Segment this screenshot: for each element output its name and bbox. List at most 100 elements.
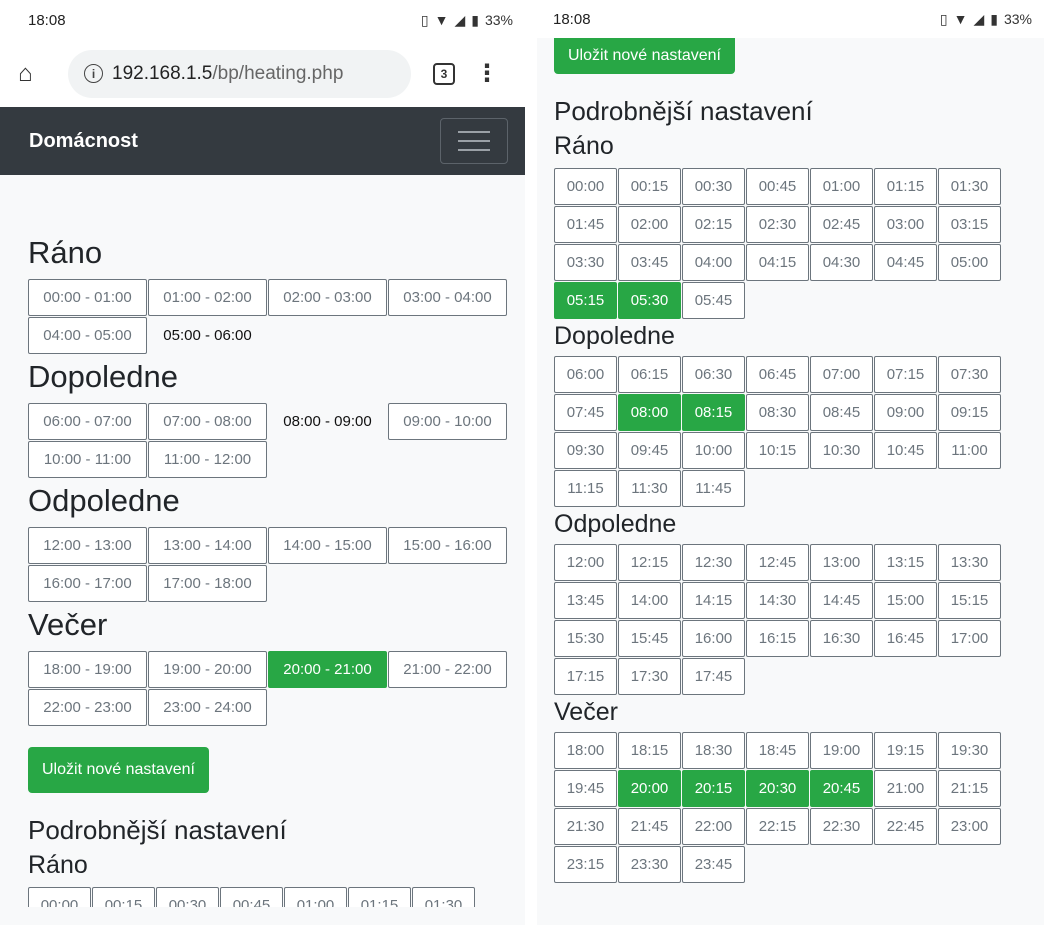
quarter-slot-button[interactable]: 09:00 bbox=[874, 394, 937, 431]
hour-slot-button[interactable]: 23:00 - 24:00 bbox=[148, 689, 267, 726]
quarter-slot-button[interactable]: 15:00 bbox=[874, 582, 937, 619]
quarter-slot-button[interactable]: 16:45 bbox=[874, 620, 937, 657]
quarter-slot-button[interactable]: 23:15 bbox=[554, 846, 617, 883]
hour-slot-button[interactable]: 14:00 - 15:00 bbox=[268, 527, 387, 564]
quarter-slot-button[interactable]: 00:30 bbox=[682, 168, 745, 205]
quarter-slot-button[interactable]: 10:30 bbox=[810, 432, 873, 469]
quarter-slot-button[interactable]: 07:45 bbox=[554, 394, 617, 431]
quarter-slot-button[interactable]: 06:30 bbox=[682, 356, 745, 393]
quarter-slot-button[interactable]: 16:15 bbox=[746, 620, 809, 657]
quarter-slot-button[interactable]: 08:45 bbox=[810, 394, 873, 431]
hour-slot-button[interactable]: 18:00 - 19:00 bbox=[28, 651, 147, 688]
quarter-slot-button[interactable]: 18:30 bbox=[682, 732, 745, 769]
quarter-slot-button[interactable]: 07:15 bbox=[874, 356, 937, 393]
quarter-slot-button[interactable]: 02:30 bbox=[746, 206, 809, 243]
quarter-slot-button[interactable]: 19:00 bbox=[810, 732, 873, 769]
quarter-slot-button[interactable]: 15:15 bbox=[938, 582, 1001, 619]
quarter-slot-button[interactable]: 03:00 bbox=[874, 206, 937, 243]
quarter-slot-button[interactable]: 22:00 bbox=[682, 808, 745, 845]
quarter-slot-button[interactable]: 22:30 bbox=[810, 808, 873, 845]
quarter-slot-button[interactable]: 03:45 bbox=[618, 244, 681, 281]
quarter-slot-button[interactable]: 10:15 bbox=[746, 432, 809, 469]
quarter-slot-button[interactable]: 14:15 bbox=[682, 582, 745, 619]
quarter-slot-button[interactable]: 05:45 bbox=[682, 282, 745, 319]
quarter-slot-button[interactable]: 16:00 bbox=[682, 620, 745, 657]
quarter-slot-button[interactable]: 00:45 bbox=[746, 168, 809, 205]
quarter-slot-button[interactable]: 17:00 bbox=[938, 620, 1001, 657]
save-settings-button[interactable]: Uložit nové nastavení bbox=[554, 38, 735, 74]
quarter-slot-button[interactable]: 13:00 bbox=[810, 544, 873, 581]
quarter-slot-button[interactable]: 00:00 bbox=[554, 168, 617, 205]
hour-slot-button[interactable]: 09:00 - 10:00 bbox=[388, 403, 507, 440]
quarter-slot-button[interactable]: 05:15 bbox=[554, 282, 617, 319]
hour-slot-button[interactable]: 20:00 - 21:00 bbox=[268, 651, 387, 688]
quarter-slot-button[interactable]: 21:15 bbox=[938, 770, 1001, 807]
quarter-slot-button[interactable]: 21:30 bbox=[554, 808, 617, 845]
address-bar[interactable]: i 192.168.1.5/bp/heating.php bbox=[68, 49, 411, 98]
info-icon[interactable]: i bbox=[84, 64, 103, 83]
hour-slot-button[interactable]: 22:00 - 23:00 bbox=[28, 689, 147, 726]
navbar-brand[interactable]: Domácnost bbox=[29, 130, 138, 153]
hour-slot-button[interactable]: 01:00 - 02:00 bbox=[148, 279, 267, 316]
quarter-slot-button[interactable]: 19:30 bbox=[938, 732, 1001, 769]
hour-slot-button[interactable]: 10:00 - 11:00 bbox=[28, 441, 147, 478]
hour-slot-button[interactable]: 13:00 - 14:00 bbox=[148, 527, 267, 564]
quarter-slot-button[interactable]: 03:15 bbox=[938, 206, 1001, 243]
hour-slot-button[interactable]: 17:00 - 18:00 bbox=[148, 565, 267, 602]
hour-slot-button[interactable]: 08:00 - 09:00 bbox=[268, 403, 387, 440]
quarter-slot-button[interactable]: 01:30 bbox=[412, 887, 475, 907]
tab-count-button[interactable]: 3 bbox=[433, 62, 455, 85]
quarter-slot-button[interactable]: 14:45 bbox=[810, 582, 873, 619]
quarter-slot-button[interactable]: 20:00 bbox=[618, 770, 681, 807]
quarter-slot-button[interactable]: 04:45 bbox=[874, 244, 937, 281]
quarter-slot-button[interactable]: 01:30 bbox=[938, 168, 1001, 205]
quarter-slot-button[interactable]: 17:45 bbox=[682, 658, 745, 695]
quarter-slot-button[interactable]: 20:45 bbox=[810, 770, 873, 807]
quarter-slot-button[interactable]: 06:45 bbox=[746, 356, 809, 393]
quarter-slot-button[interactable]: 18:00 bbox=[554, 732, 617, 769]
quarter-slot-button[interactable]: 05:30 bbox=[618, 282, 681, 319]
quarter-slot-button[interactable]: 00:00 bbox=[28, 887, 91, 907]
quarter-slot-button[interactable]: 11:00 bbox=[938, 432, 1001, 469]
hour-slot-button[interactable]: 19:00 - 20:00 bbox=[148, 651, 267, 688]
quarter-slot-button[interactable]: 01:00 bbox=[284, 887, 347, 907]
quarter-slot-button[interactable]: 10:00 bbox=[682, 432, 745, 469]
hour-slot-button[interactable]: 15:00 - 16:00 bbox=[388, 527, 507, 564]
quarter-slot-button[interactable]: 07:30 bbox=[938, 356, 1001, 393]
quarter-slot-button[interactable]: 04:00 bbox=[682, 244, 745, 281]
quarter-slot-button[interactable]: 19:15 bbox=[874, 732, 937, 769]
quarter-slot-button[interactable]: 07:00 bbox=[810, 356, 873, 393]
quarter-slot-button[interactable]: 00:45 bbox=[220, 887, 283, 907]
hour-slot-button[interactable]: 04:00 - 05:00 bbox=[28, 317, 147, 354]
quarter-slot-button[interactable]: 04:30 bbox=[810, 244, 873, 281]
hour-slot-button[interactable]: 21:00 - 22:00 bbox=[388, 651, 507, 688]
quarter-slot-button[interactable]: 08:15 bbox=[682, 394, 745, 431]
quarter-slot-button[interactable]: 22:45 bbox=[874, 808, 937, 845]
quarter-slot-button[interactable]: 12:00 bbox=[554, 544, 617, 581]
quarter-slot-button[interactable]: 20:30 bbox=[746, 770, 809, 807]
hour-slot-button[interactable]: 03:00 - 04:00 bbox=[388, 279, 507, 316]
quarter-slot-button[interactable]: 01:15 bbox=[874, 168, 937, 205]
hour-slot-button[interactable]: 12:00 - 13:00 bbox=[28, 527, 147, 564]
quarter-slot-button[interactable]: 19:45 bbox=[554, 770, 617, 807]
hour-slot-button[interactable]: 11:00 - 12:00 bbox=[148, 441, 267, 478]
quarter-slot-button[interactable]: 12:15 bbox=[618, 544, 681, 581]
hour-slot-button[interactable]: 02:00 - 03:00 bbox=[268, 279, 387, 316]
quarter-slot-button[interactable]: 01:45 bbox=[554, 206, 617, 243]
quarter-slot-button[interactable]: 10:45 bbox=[874, 432, 937, 469]
quarter-slot-button[interactable]: 00:30 bbox=[156, 887, 219, 907]
quarter-slot-button[interactable]: 02:00 bbox=[618, 206, 681, 243]
quarter-slot-button[interactable]: 20:15 bbox=[682, 770, 745, 807]
quarter-slot-button[interactable]: 02:45 bbox=[810, 206, 873, 243]
quarter-slot-button[interactable]: 01:15 bbox=[348, 887, 411, 907]
quarter-slot-button[interactable]: 21:45 bbox=[618, 808, 681, 845]
quarter-slot-button[interactable]: 01:00 bbox=[810, 168, 873, 205]
hour-slot-button[interactable]: 00:00 - 01:00 bbox=[28, 279, 147, 316]
quarter-slot-button[interactable]: 22:15 bbox=[746, 808, 809, 845]
quarter-slot-button[interactable]: 23:00 bbox=[938, 808, 1001, 845]
quarter-slot-button[interactable]: 08:30 bbox=[746, 394, 809, 431]
quarter-slot-button[interactable]: 00:15 bbox=[92, 887, 155, 907]
quarter-slot-button[interactable]: 13:15 bbox=[874, 544, 937, 581]
quarter-slot-button[interactable]: 14:30 bbox=[746, 582, 809, 619]
quarter-slot-button[interactable]: 15:45 bbox=[618, 620, 681, 657]
